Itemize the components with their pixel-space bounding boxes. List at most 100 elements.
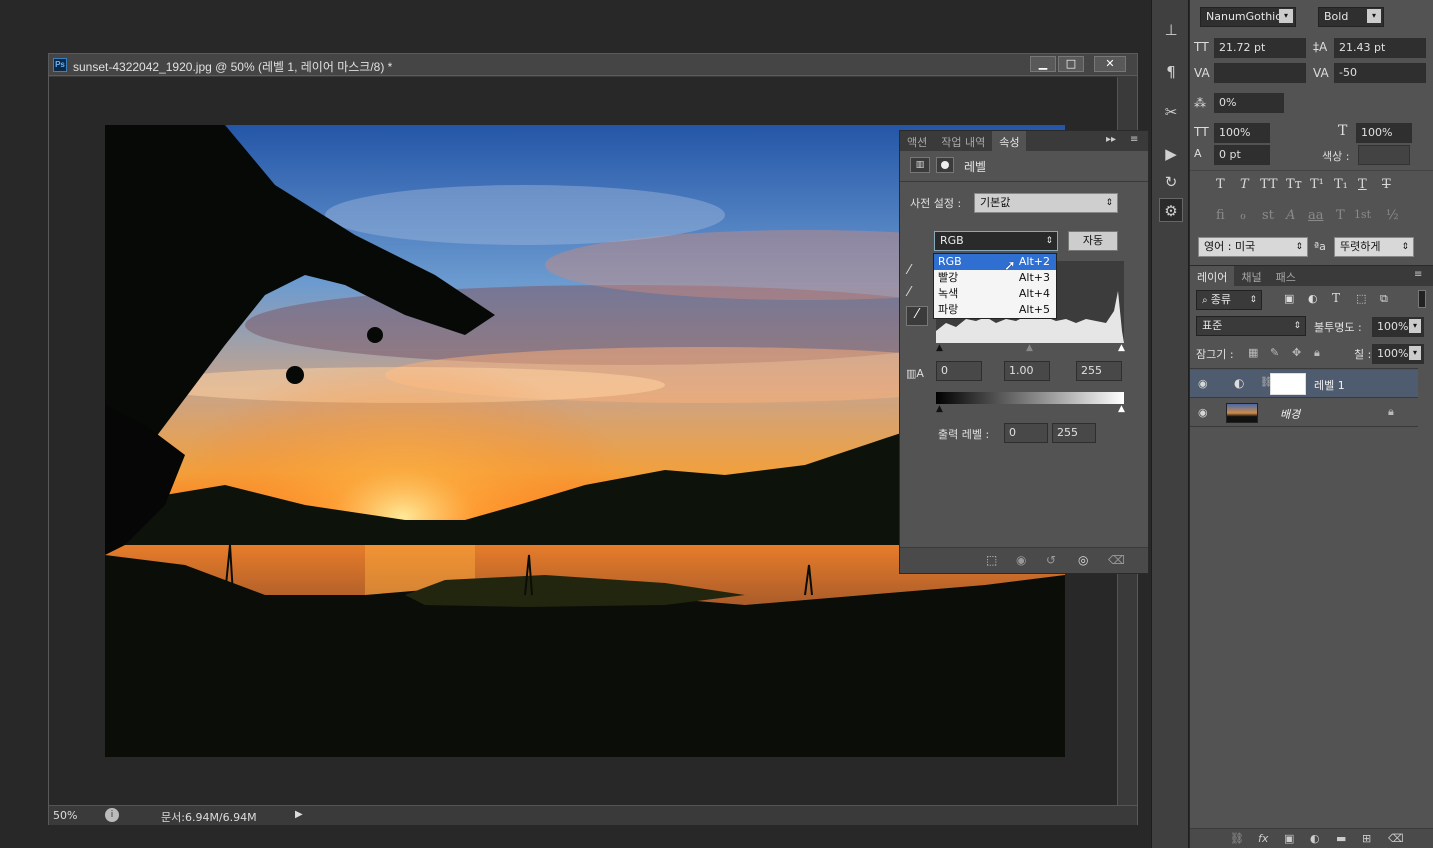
fractions-icon[interactable]: ½	[1386, 208, 1399, 223]
underline-icon[interactable]: T	[1358, 177, 1367, 192]
menu-item-blue[interactable]: 파랑 Alt+5	[934, 302, 1056, 318]
panel-menu-icon[interactable]: ≡	[1130, 134, 1138, 145]
font-family-dropdown[interactable]: NanumGothic ▾	[1200, 7, 1296, 27]
output-black-field[interactable]: 0	[1004, 423, 1048, 443]
font-style-dropdown[interactable]: Bold ▾	[1318, 7, 1384, 27]
layer-filter-dropdown[interactable]: ⌕ 종류 ⇕	[1196, 290, 1262, 310]
filter-type-icon[interactable]: T	[1332, 291, 1340, 305]
view-previous-state-icon[interactable]: ◉	[1016, 553, 1026, 567]
minimize-button[interactable]: ▁	[1030, 56, 1056, 72]
input-black-field[interactable]: 0	[936, 361, 982, 381]
levels-adjustment-icon[interactable]: ▥	[910, 157, 930, 173]
input-black-slider[interactable]: ▲	[936, 343, 943, 353]
blend-mode-dropdown[interactable]: 표준 ⇕	[1196, 316, 1306, 336]
subscript-icon[interactable]: T₁	[1334, 177, 1348, 192]
preset-dropdown[interactable]: 기본값 ⇕	[974, 193, 1118, 213]
filter-shape-icon[interactable]: ⬚	[1356, 292, 1366, 305]
lock-image-icon[interactable]: ✎	[1270, 346, 1279, 359]
panel-menu-icon[interactable]: ≡	[1414, 269, 1422, 280]
close-button[interactable]: ✕	[1094, 56, 1126, 72]
auto-button[interactable]: 자동	[1068, 231, 1118, 251]
input-gamma-slider[interactable]: ▲	[1026, 343, 1033, 353]
ligatures-icon[interactable]: fi	[1216, 208, 1225, 223]
lock-transparent-icon[interactable]: ▦	[1248, 346, 1258, 359]
tool-presets-icon[interactable]: ✂	[1159, 100, 1183, 124]
tab-history[interactable]: 작업 내역	[934, 131, 992, 151]
maximize-button[interactable]: □	[1058, 56, 1084, 72]
faux-bold-icon[interactable]: T	[1216, 177, 1225, 192]
play-actions-icon[interactable]: ▶	[1159, 142, 1183, 166]
tab-actions[interactable]: 액션	[900, 131, 934, 151]
channel-dropdown-menu[interactable]: RGB Alt+2 빨강 Alt+3 녹색 Alt+4 파랑 Alt+5	[933, 253, 1057, 319]
input-white-field[interactable]: 255	[1076, 361, 1122, 381]
fill-field[interactable]: 100% ▾	[1372, 344, 1424, 364]
antialias-dropdown[interactable]: 뚜렷하게 ⇕	[1334, 237, 1414, 257]
layer-row-levels[interactable]: ◉ ◐ ⛓︎ 레벨 1	[1190, 370, 1418, 398]
all-caps-icon[interactable]: TT	[1260, 177, 1278, 192]
font-size-field[interactable]: 21.72 pt	[1214, 38, 1306, 58]
properties-icon[interactable]: ⚙	[1159, 198, 1183, 222]
new-layer-icon[interactable]: ⊞	[1362, 832, 1371, 845]
filter-pixel-icon[interactable]: ▣	[1284, 292, 1294, 305]
filter-smart-object-icon[interactable]: ⧉	[1380, 292, 1388, 306]
filter-adjustment-icon[interactable]: ◐	[1308, 292, 1318, 305]
collapse-panel-icon[interactable]: ▸▸	[1106, 134, 1116, 145]
menu-item-green[interactable]: 녹색 Alt+4	[934, 286, 1056, 302]
opacity-field[interactable]: 100% ▾	[1372, 317, 1424, 337]
tab-properties[interactable]: 속성	[992, 131, 1027, 151]
clip-to-layer-icon[interactable]: ⬚	[986, 553, 997, 567]
leading-field[interactable]: 21.43 pt	[1334, 38, 1426, 58]
stylistic-alternates-icon[interactable]: aa	[1308, 208, 1324, 223]
layer-thumbnail[interactable]	[1226, 403, 1258, 423]
delete-icon[interactable]: ⌫	[1108, 553, 1125, 567]
output-white-field[interactable]: 255	[1052, 423, 1096, 443]
small-caps-icon[interactable]: Tт	[1286, 177, 1302, 192]
lock-all-icon[interactable]: 🔒︎	[1314, 346, 1320, 360]
faux-italic-icon[interactable]: T	[1240, 177, 1249, 192]
reset-icon[interactable]: ↺	[1046, 553, 1056, 567]
layer-style-fx-icon[interactable]: fx	[1258, 832, 1268, 845]
input-gamma-field[interactable]: 1.00	[1004, 361, 1050, 381]
history-icon[interactable]: ↻	[1159, 170, 1183, 194]
layer-name[interactable]: 레벨 1	[1314, 377, 1345, 393]
filter-toggle-switch[interactable]	[1418, 290, 1426, 308]
visibility-eye-icon[interactable]: ◉	[1198, 406, 1214, 420]
input-white-slider[interactable]: ▲	[1118, 343, 1125, 353]
layer-mask-thumbnail[interactable]	[1270, 373, 1306, 395]
paragraph-icon[interactable]: ¶	[1159, 60, 1183, 84]
paragraph-styles-icon[interactable]: ⊥	[1159, 18, 1183, 42]
lock-position-icon[interactable]: ✥	[1292, 346, 1301, 359]
superscript-icon[interactable]: T¹	[1310, 177, 1324, 192]
output-white-slider[interactable]: ▲	[1118, 404, 1125, 414]
tsume-field[interactable]: 0%	[1214, 93, 1284, 113]
link-layers-icon[interactable]: ⛓︎	[1230, 832, 1244, 845]
zoom-level[interactable]: 50%	[53, 809, 77, 822]
text-color-swatch[interactable]	[1358, 145, 1410, 165]
tracking-field[interactable]: -50	[1334, 63, 1426, 83]
channel-dropdown[interactable]: RGB ⇕	[934, 231, 1058, 251]
horizontal-scale-field[interactable]: 100%	[1356, 123, 1412, 143]
output-black-slider[interactable]: ▲	[936, 404, 943, 414]
vertical-scale-field[interactable]: 100%	[1214, 123, 1270, 143]
white-point-eyedropper-icon[interactable]: ⁄	[906, 306, 928, 326]
tab-channels[interactable]: 채널	[1234, 266, 1268, 286]
visibility-eye-icon[interactable]: ◉	[1198, 377, 1214, 391]
delete-layer-icon[interactable]: ⌫	[1388, 832, 1404, 845]
titling-alternates-icon[interactable]: T	[1336, 208, 1345, 223]
new-adjustment-icon[interactable]: ◐	[1310, 832, 1320, 845]
new-group-icon[interactable]: ▬	[1336, 832, 1346, 845]
tab-paths[interactable]: 패스	[1269, 266, 1303, 286]
strikethrough-icon[interactable]: T	[1382, 177, 1391, 192]
document-info-icon[interactable]: i	[105, 808, 119, 822]
tab-layers[interactable]: 레이어	[1190, 266, 1235, 286]
black-point-eyedropper-icon[interactable]: ⁄	[908, 263, 928, 283]
discretionary-ligatures-icon[interactable]: st	[1262, 208, 1274, 223]
kerning-field[interactable]	[1214, 63, 1306, 83]
swash-icon[interactable]: A	[1286, 208, 1295, 223]
menu-item-rgb[interactable]: RGB Alt+2	[934, 254, 1056, 270]
status-menu-arrow-icon[interactable]: ▶	[295, 809, 305, 821]
old-style-icon[interactable]: ℴ	[1240, 208, 1246, 223]
layer-row-background[interactable]: ◉ 배경 🔒︎	[1190, 399, 1418, 427]
mask-icon[interactable]	[936, 157, 954, 173]
language-dropdown[interactable]: 영어 : 미국 ⇕	[1198, 237, 1308, 257]
